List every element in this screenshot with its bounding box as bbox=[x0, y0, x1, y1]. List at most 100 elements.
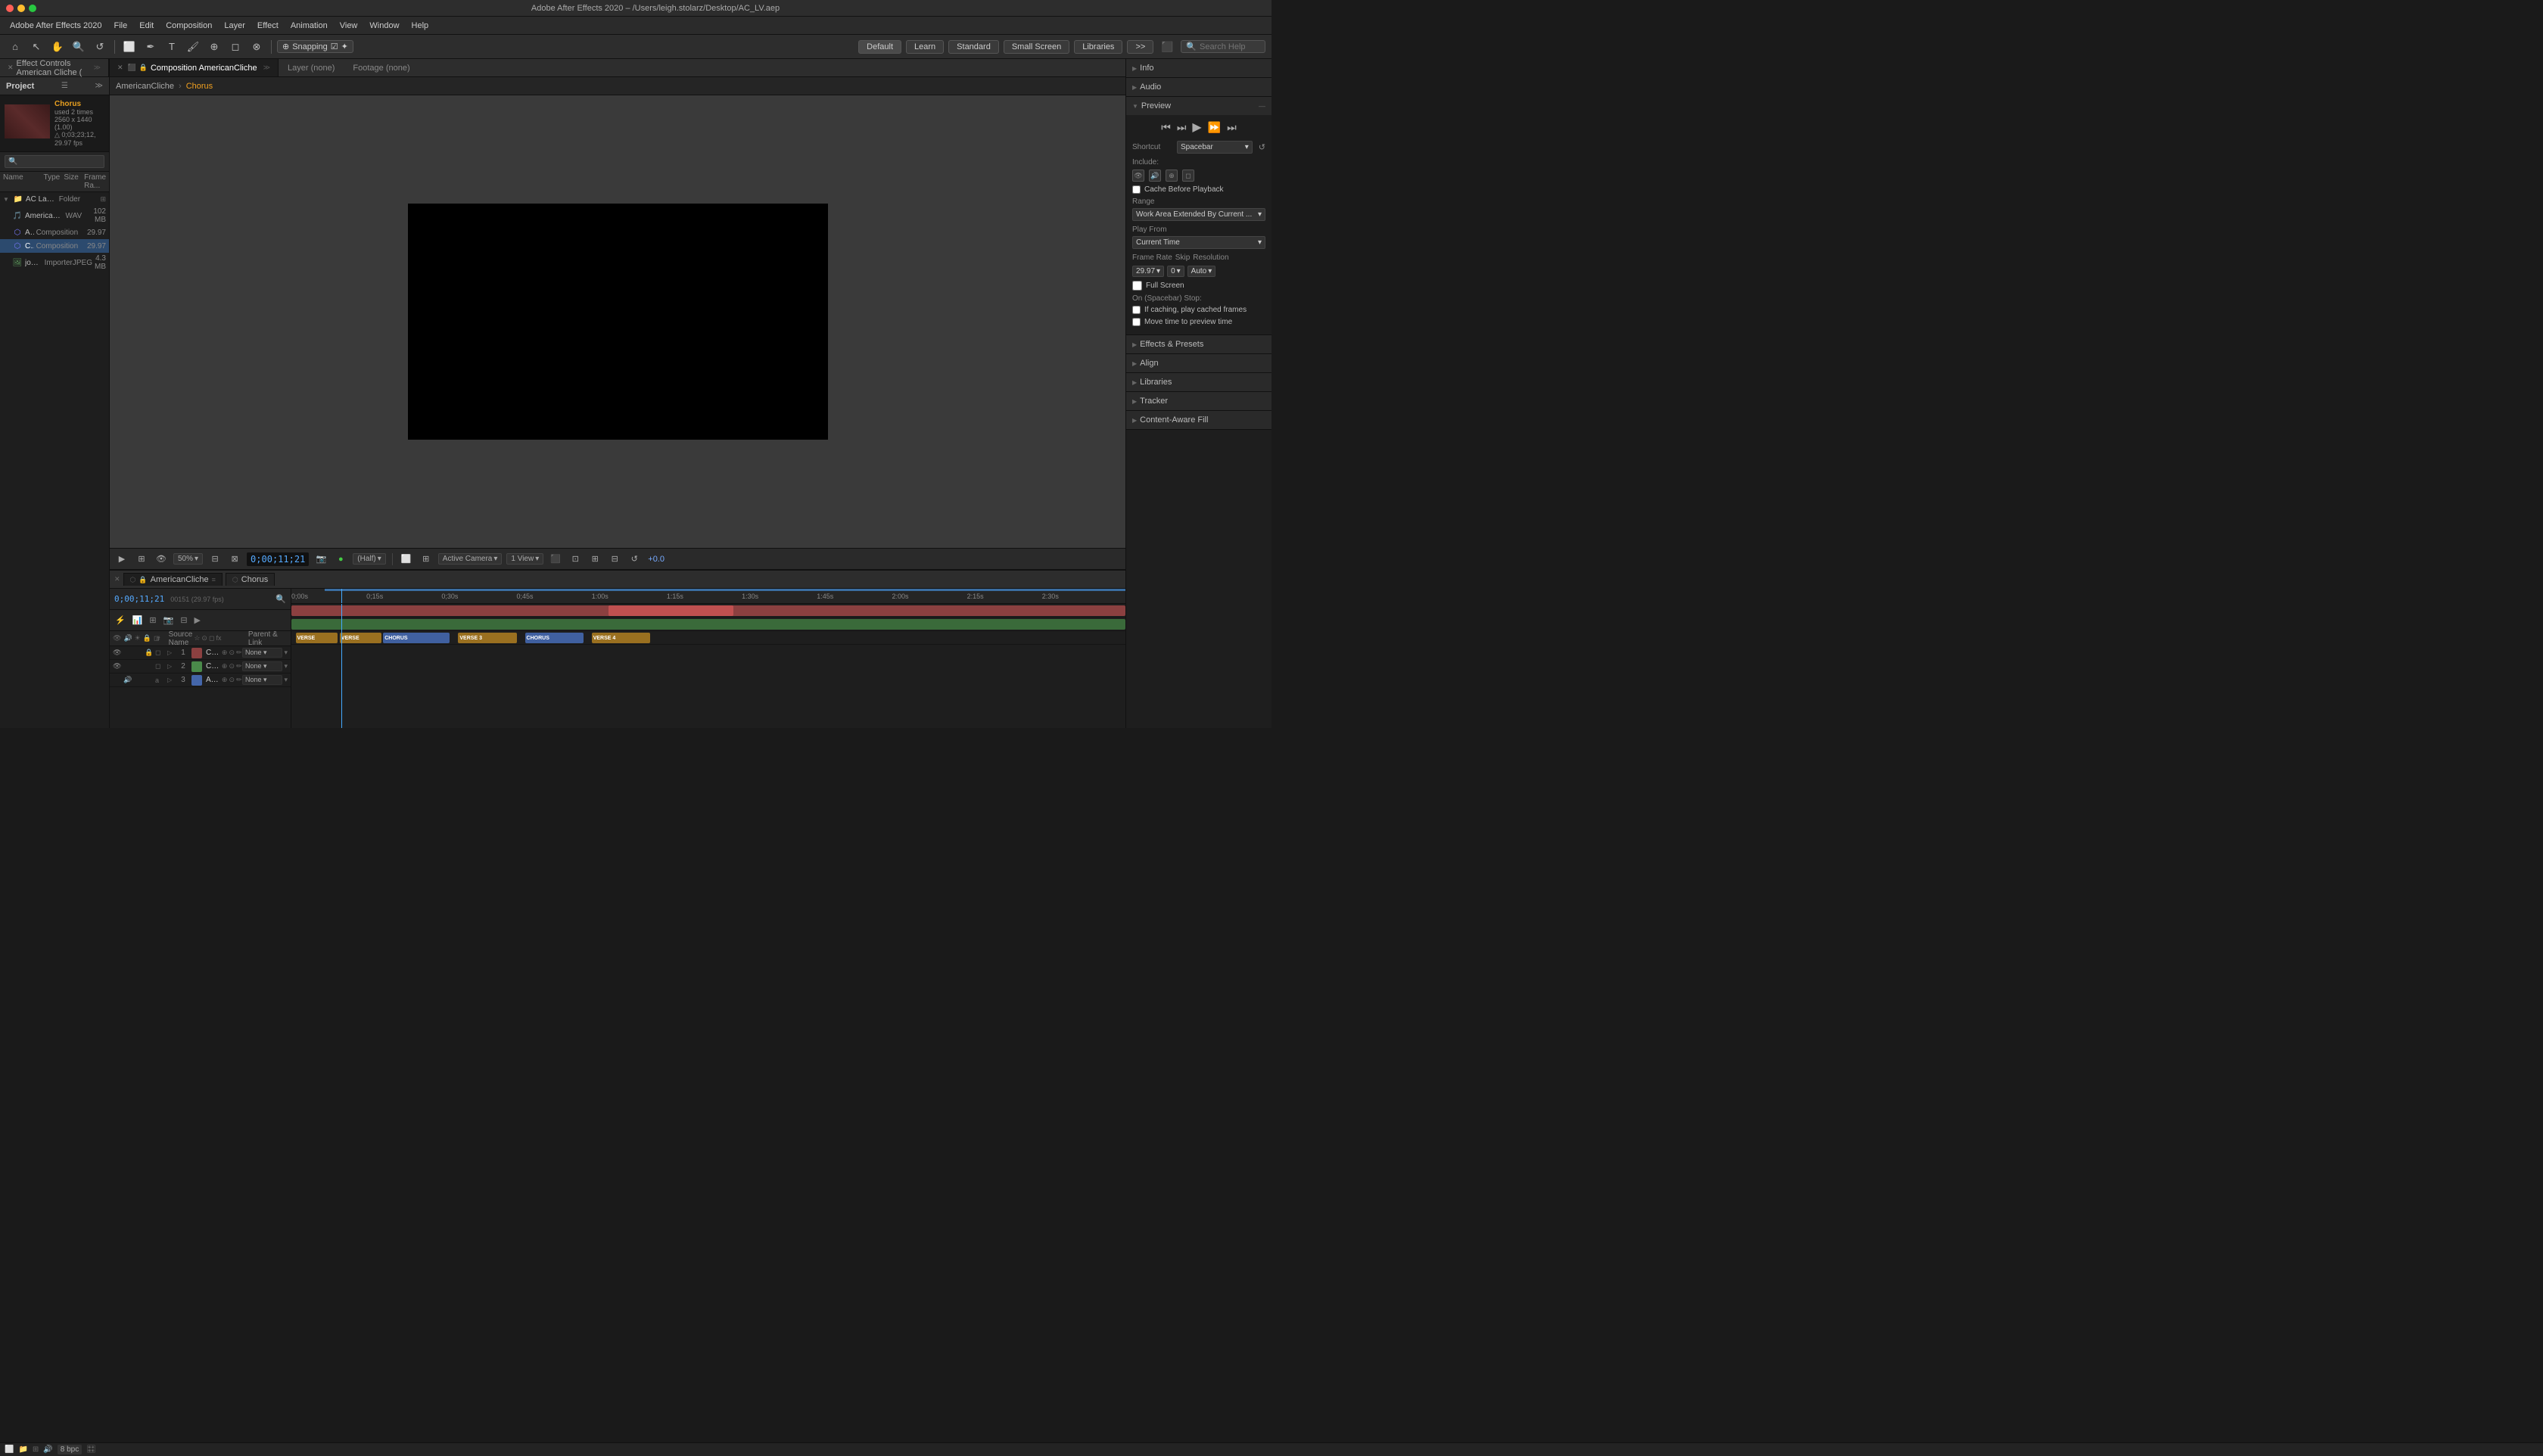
nav-more[interactable]: >> bbox=[1127, 40, 1153, 54]
track-row-3[interactable]: VERSE VERSE CHORUS bbox=[291, 631, 1125, 645]
include-audio-icon[interactable]: 🔊 bbox=[1149, 170, 1161, 182]
tl-btn-settings[interactable]: ⊟ bbox=[178, 614, 189, 626]
breadcrumb-americliche[interactable]: AmericanCliche bbox=[116, 82, 174, 91]
section-header-content-aware[interactable]: ▶ Content-Aware Fill bbox=[1126, 411, 1272, 429]
layer-expand-1[interactable]: ▷ bbox=[167, 649, 175, 656]
preview-btn[interactable]: ▶ bbox=[114, 552, 129, 567]
tool-rotate[interactable]: ↺ bbox=[91, 39, 109, 55]
tl-btn-graph[interactable]: 📊 bbox=[130, 614, 145, 626]
play-from-dropdown[interactable]: Current Time ▾ bbox=[1132, 236, 1265, 249]
fit-btn[interactable]: ⊟ bbox=[207, 552, 223, 567]
close-button[interactable] bbox=[6, 5, 14, 12]
tool-select[interactable]: ↖ bbox=[27, 39, 45, 55]
layer-eye-2[interactable]: 👁 bbox=[113, 662, 122, 670]
minimize-button[interactable] bbox=[17, 5, 25, 12]
frame-rate-dropdown[interactable]: 29.97 ▾ bbox=[1132, 266, 1164, 277]
render-btn[interactable]: ⬛ bbox=[548, 552, 563, 567]
move-time-checkbox[interactable] bbox=[1132, 318, 1141, 326]
track-row-1[interactable] bbox=[291, 604, 1125, 618]
menu-window[interactable]: Window bbox=[364, 20, 404, 32]
layer-row-2[interactable]: 👁 ◻ ▷ 2 Chorus ⊕ ⊙ bbox=[110, 660, 291, 674]
comp-tab-expand[interactable]: ≫ bbox=[263, 64, 270, 72]
menu-file[interactable]: File bbox=[109, 20, 133, 32]
flow-btn[interactable]: ⊟ bbox=[607, 552, 622, 567]
reset-btn[interactable]: ↺ bbox=[627, 552, 642, 567]
layer-audio-3[interactable]: 🔊 bbox=[123, 676, 132, 684]
tl-tab-menu-1[interactable]: ≡ bbox=[212, 576, 216, 583]
section-header-tracker[interactable]: ▶ Tracker bbox=[1126, 392, 1272, 410]
tool-erase[interactable]: ◻ bbox=[226, 39, 244, 55]
tool-pin[interactable]: ⊗ bbox=[247, 39, 266, 55]
nav-small-screen[interactable]: Small Screen bbox=[1004, 40, 1069, 54]
grid2-btn[interactable]: ⊞ bbox=[419, 552, 434, 567]
nav-libraries[interactable]: Libraries bbox=[1074, 40, 1122, 54]
tool-zoom[interactable]: 🔍 bbox=[70, 39, 88, 55]
menu-effect[interactable]: Effect bbox=[252, 20, 284, 32]
nav-learn[interactable]: Learn bbox=[906, 40, 944, 54]
tab-effect-controls[interactable]: ✕ Effect Controls American Cliche ( ≫ bbox=[0, 59, 109, 76]
tl-btn-compose[interactable]: ⚡ bbox=[113, 614, 128, 626]
prev-btn-play[interactable]: ▶ bbox=[1192, 120, 1201, 135]
tl-btn-markers[interactable]: ⊞ bbox=[147, 614, 158, 626]
layer-parent-drop-1[interactable]: None ▾ bbox=[242, 648, 282, 658]
list-item[interactable]: ⬡ AmericanCliche Composition 29.97 bbox=[0, 226, 109, 239]
layer-mode-1[interactable]: ▾ bbox=[284, 649, 288, 657]
shortcut-dropdown[interactable]: Spacebar ▾ bbox=[1177, 141, 1253, 154]
menu-ae[interactable]: Adobe After Effects 2020 bbox=[5, 20, 107, 32]
grid-btn[interactable]: ⊞ bbox=[134, 552, 149, 567]
menu-edit[interactable]: Edit bbox=[134, 20, 159, 32]
section-header-libraries[interactable]: ▶ Libraries bbox=[1126, 373, 1272, 391]
layer-row-3[interactable]: 🔊 a ▷ 3 America_...D DK).wav ⊕ ⊙ bbox=[110, 674, 291, 687]
resolution-dropdown[interactable]: Auto ▾ bbox=[1187, 266, 1216, 277]
search-layers-icon[interactable]: 🔍 bbox=[275, 594, 286, 604]
skip-dropdown[interactable]: 0 ▾ bbox=[1167, 266, 1184, 277]
layer-expand-3[interactable]: ▷ bbox=[167, 677, 175, 683]
list-item[interactable]: 🎵 America_K).wav WAV 102 MB bbox=[0, 206, 109, 226]
include-keyframe-icon[interactable]: ◻ bbox=[1182, 170, 1194, 182]
tab-composition[interactable]: ✕ ⬛ 🔒 Composition AmericanCliche ≫ bbox=[110, 59, 279, 76]
nav-standard[interactable]: Standard bbox=[948, 40, 999, 54]
toolbar-monitor-icon[interactable]: ⬛ bbox=[1158, 39, 1176, 55]
tool-text[interactable]: T bbox=[163, 39, 181, 55]
tool-clone[interactable]: ⊕ bbox=[205, 39, 223, 55]
nav-default[interactable]: Default bbox=[858, 40, 901, 54]
tl-btn-render[interactable]: ▶ bbox=[192, 614, 203, 626]
prev-btn-last[interactable]: ⏭ bbox=[1227, 121, 1237, 134]
layer-edit-3[interactable]: ✏ bbox=[236, 676, 241, 684]
shortcut-reset-btn[interactable]: ↺ bbox=[1259, 142, 1265, 152]
menu-view[interactable]: View bbox=[335, 20, 363, 32]
section-header-audio[interactable]: ▶ Audio bbox=[1126, 78, 1272, 96]
tab-close-effect[interactable]: ✕ bbox=[8, 64, 14, 72]
menu-layer[interactable]: Layer bbox=[219, 20, 251, 32]
menu-animation[interactable]: Animation bbox=[285, 20, 333, 32]
snapping-toggle[interactable]: ⊕ Snapping ☑ ✦ bbox=[277, 40, 353, 53]
include-overflow-icon[interactable]: ⊕ bbox=[1166, 170, 1178, 182]
fast-preview-btn[interactable]: ⊡ bbox=[568, 552, 583, 567]
camera-icon[interactable]: 📷 bbox=[313, 552, 328, 567]
search-input[interactable] bbox=[1200, 42, 1260, 51]
project-panel-expand[interactable]: ≫ bbox=[95, 82, 103, 90]
track-row-2[interactable] bbox=[291, 618, 1125, 631]
tool-pen[interactable]: ✒ bbox=[142, 39, 160, 55]
tl-close-icon[interactable]: ✕ bbox=[114, 575, 120, 583]
maximize-button[interactable] bbox=[29, 5, 36, 12]
prev-btn-fwd-frame[interactable]: ⏩ bbox=[1208, 121, 1221, 134]
layer-edit-2[interactable]: ✏ bbox=[236, 662, 241, 670]
tool-shapes[interactable]: ⬜ bbox=[120, 39, 139, 55]
section-header-info[interactable]: ▶ Info bbox=[1126, 59, 1272, 77]
list-item[interactable]: ▼ 📁 AC Layers Folder ⊞ bbox=[0, 192, 109, 206]
view-dropdown[interactable]: 1 View ▾ bbox=[506, 553, 543, 565]
section-header-preview[interactable]: ▼ Preview — bbox=[1126, 97, 1272, 115]
layer-parent-drop-2[interactable]: None ▾ bbox=[242, 661, 282, 671]
timeline-tab-americliche[interactable]: ⬡ 🔒 AmericanCliche ≡ bbox=[123, 573, 223, 586]
full-screen-checkbox[interactable] bbox=[1132, 281, 1142, 291]
project-search-input[interactable] bbox=[5, 155, 104, 168]
project-panel-menu[interactable]: ☰ bbox=[61, 82, 68, 90]
timeline-timecode[interactable]: 0;00;11;21 bbox=[114, 594, 164, 604]
tool-brush[interactable]: 🖌 bbox=[184, 39, 202, 55]
menu-composition[interactable]: Composition bbox=[160, 20, 217, 32]
layer-mode-2[interactable]: ▾ bbox=[284, 662, 288, 670]
layer-lock-1[interactable]: 🔒 bbox=[145, 649, 154, 657]
include-video-icon[interactable]: 👁 bbox=[1132, 170, 1144, 182]
quality-dropdown[interactable]: (Half) ▾ bbox=[353, 553, 385, 565]
